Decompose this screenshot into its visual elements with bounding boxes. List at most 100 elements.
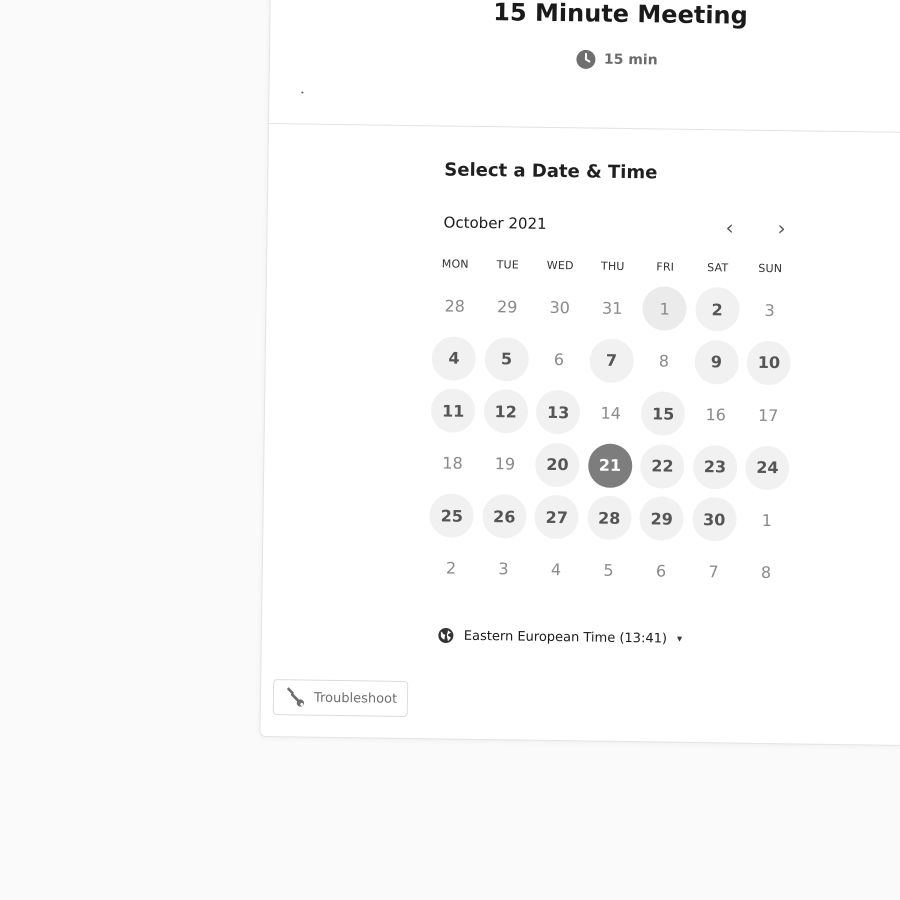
day-number: 30: [549, 297, 571, 317]
day-number: 4: [550, 560, 562, 580]
calendar-day[interactable]: 22: [636, 440, 689, 493]
day-number: 9: [694, 339, 739, 385]
select-date-title: Select a Date & Time: [444, 159, 658, 184]
day-number: 8: [658, 351, 670, 371]
booking-card: 15 Minute Meeting 15 min Select a Date &…: [259, 0, 900, 747]
page: 15 Minute Meeting 15 min Select a Date &…: [0, 0, 900, 900]
day-number: 2: [694, 287, 740, 332]
day-number: 1: [761, 510, 772, 530]
calendar-day: 3: [477, 542, 530, 595]
day-number: 6: [553, 350, 565, 370]
day-number: 28: [586, 495, 632, 541]
calendar-day: 17: [742, 389, 795, 442]
weekday-label: TUE: [496, 258, 520, 272]
calendar-day[interactable]: 11: [427, 384, 480, 437]
day-number: 11: [430, 388, 476, 434]
month-label: October 2021: [443, 213, 547, 233]
calendar-day[interactable]: 20: [531, 438, 584, 491]
weekday-label: THU: [600, 259, 625, 273]
day-number: 7: [589, 338, 634, 383]
event-duration: 15 min: [576, 49, 658, 70]
calendar-day[interactable]: 7: [585, 334, 638, 387]
day-number: 12: [483, 389, 529, 434]
day-number: 2: [445, 558, 457, 578]
day-number: 13: [535, 390, 581, 435]
day-number: 29: [639, 496, 685, 542]
calendar-day[interactable]: 2: [691, 283, 744, 336]
calendar-day[interactable]: 13: [532, 386, 585, 439]
calendar-day: 28: [428, 279, 481, 332]
description-dot: [301, 91, 304, 94]
calendar-day[interactable]: 25: [425, 489, 478, 542]
calendar-day[interactable]: 27: [530, 491, 583, 544]
event-header: 15 Minute Meeting 15 min: [268, 0, 900, 134]
day-number: 30: [691, 497, 737, 542]
calendar-day: 18: [426, 437, 479, 490]
troubleshoot-button[interactable]: Troubleshoot: [272, 679, 409, 717]
calendar-day: 2: [424, 542, 477, 595]
calendar-day[interactable]: 12: [479, 385, 532, 438]
weekday-label: MON: [441, 257, 469, 271]
duration-label: 15 min: [603, 51, 658, 69]
calendar-day[interactable]: 4: [427, 332, 480, 385]
globe-icon: [438, 628, 454, 644]
day-number: 23: [692, 444, 738, 490]
day-number: 7: [708, 562, 719, 582]
day-number: 17: [757, 405, 779, 425]
calendar-day: 29: [481, 280, 534, 333]
day-number: 25: [429, 493, 475, 539]
troubleshoot-label: Troubleshoot: [313, 690, 398, 707]
calendar-day: 3: [743, 284, 796, 337]
calendar-day: 7: [687, 545, 740, 598]
calendar-day[interactable]: 30: [688, 493, 741, 546]
calendar-day[interactable]: 26: [478, 490, 531, 543]
day-number: 19: [494, 454, 516, 474]
next-month-button[interactable]: ›: [767, 214, 795, 242]
timezone-label: Eastern European Time (13:41): [463, 628, 668, 647]
day-number: 24: [745, 445, 790, 491]
day-number: 4: [431, 336, 477, 381]
day-number: 28: [444, 296, 466, 316]
clock-icon: [576, 49, 596, 69]
day-number: 6: [655, 561, 667, 581]
selected-date[interactable]: 21: [583, 439, 636, 492]
day-number: 16: [705, 404, 727, 425]
calendar-day[interactable]: 1: [638, 282, 691, 335]
day-number: 26: [481, 494, 527, 539]
calendar-day[interactable]: 24: [741, 441, 794, 494]
chevron-left-icon: ‹: [725, 215, 734, 240]
weekday-label: WED: [546, 258, 574, 273]
calendar-day: 8: [739, 546, 792, 599]
day-number: 27: [534, 495, 580, 540]
day-number: 8: [760, 563, 772, 583]
calendar-day: 5: [582, 544, 635, 597]
weekday-label: SAT: [707, 261, 729, 275]
day-number: 1: [642, 286, 688, 332]
caret-down-icon: ▾: [676, 633, 683, 645]
calendar-day[interactable]: 9: [690, 335, 743, 388]
day-number: 31: [601, 298, 623, 318]
calendar-day[interactable]: 15: [637, 387, 690, 440]
day-number: 10: [746, 340, 792, 386]
day-number: 5: [484, 336, 529, 382]
timezone-selector[interactable]: Eastern European Time (13:41) ▾: [438, 627, 682, 646]
calendar-day[interactable]: 23: [688, 440, 741, 493]
month-navigation: October 2021 ‹ ›: [443, 207, 793, 242]
calendar-day[interactable]: 28: [583, 491, 636, 544]
calendar-day: 6: [532, 333, 585, 386]
day-number: 22: [640, 443, 685, 489]
weekday-header: MON TUE WED THU FRI SAT SUN: [429, 257, 799, 275]
day-number: 14: [600, 403, 622, 423]
calendar-day: 19: [478, 437, 531, 490]
calendar-day: 1: [740, 494, 793, 547]
chevron-right-icon: ›: [777, 216, 786, 241]
calendar-day: 31: [586, 281, 639, 334]
calendar-day[interactable]: 5: [480, 332, 533, 385]
weekday-label: FRI: [656, 260, 675, 274]
day-number: 3: [764, 300, 775, 320]
calendar-day[interactable]: 29: [635, 492, 688, 545]
calendar-day[interactable]: 10: [742, 336, 795, 389]
event-title: 15 Minute Meeting: [493, 0, 749, 30]
previous-month-button[interactable]: ‹: [715, 213, 743, 241]
calendar-day: 16: [689, 388, 742, 441]
